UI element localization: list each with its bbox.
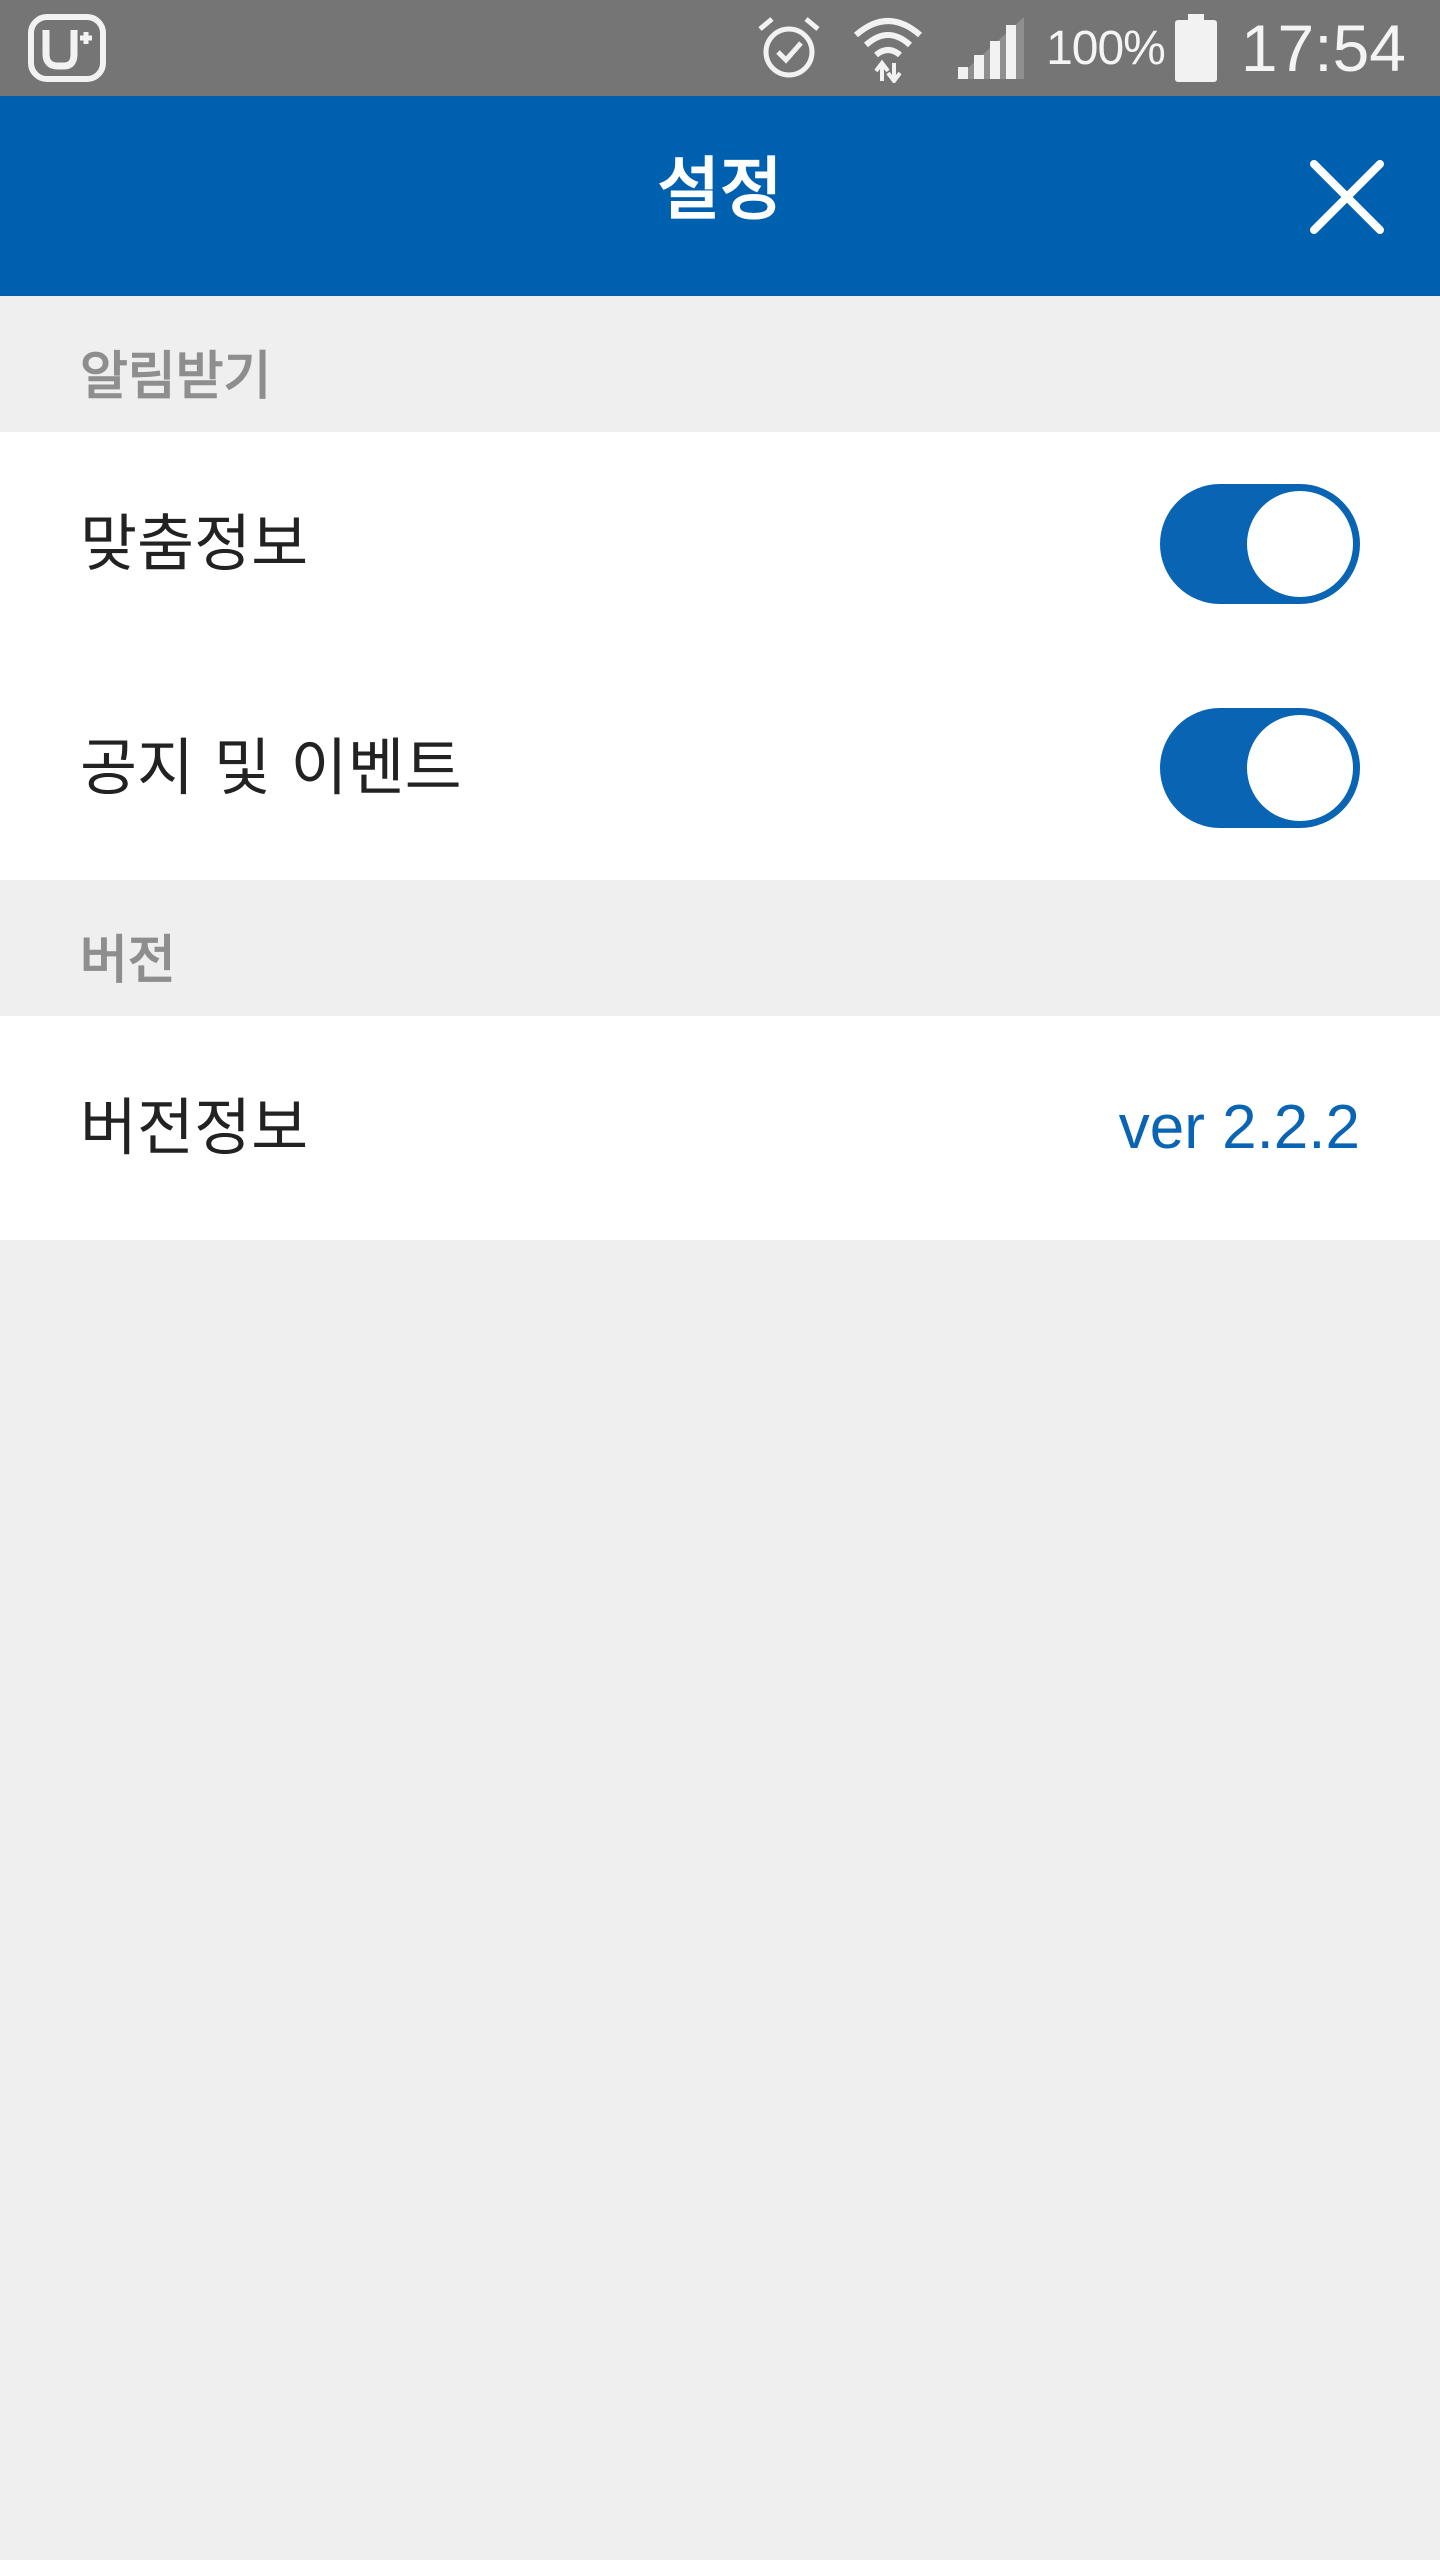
section-title-notifications: 알림받기 (80, 347, 272, 407)
battery-full-icon (1174, 14, 1217, 82)
alarm-clock-icon (758, 17, 820, 78)
setting-row-version-info[interactable]: 버전정보 ver 2.2.2 (0, 1016, 1440, 1240)
setting-label-version-info: 버전정보 (80, 1091, 309, 1164)
custom-info-toggle[interactable] (1160, 484, 1360, 604)
section-header-version: 버전 (0, 880, 1440, 1016)
toggle-knob (1247, 491, 1353, 597)
close-icon (1310, 160, 1384, 234)
version-value: ver 2.2.2 (1118, 1093, 1360, 1162)
setting-row-custom-info: 맞춤정보 (0, 432, 1440, 656)
wifi-icon (854, 18, 923, 83)
notice-events-toggle[interactable] (1160, 708, 1360, 828)
setting-label-custom-info: 맞춤정보 (80, 507, 309, 580)
cell-signal-icon (956, 17, 1025, 79)
app-bar: 설정 (0, 96, 1440, 296)
toggle-knob (1247, 715, 1353, 821)
status-clock: 17:54 (1240, 11, 1406, 85)
battery-percentage: 100% (1046, 21, 1166, 75)
version-section: 버전정보 ver 2.2.2 (0, 1016, 1440, 1240)
close-button[interactable] (1292, 142, 1402, 252)
setting-label-notice-events: 공지 및 이벤트 (80, 731, 462, 804)
notifications-section: 맞춤정보 공지 및 이벤트 (0, 432, 1440, 880)
lg-uplus-icon (28, 14, 106, 82)
page-title: 설정 (657, 151, 783, 230)
section-title-version: 버전 (80, 931, 176, 991)
status-bar: 100% 17:54 (0, 0, 1440, 96)
setting-row-notice-events: 공지 및 이벤트 (0, 656, 1440, 880)
section-header-notifications: 알림받기 (0, 296, 1440, 432)
